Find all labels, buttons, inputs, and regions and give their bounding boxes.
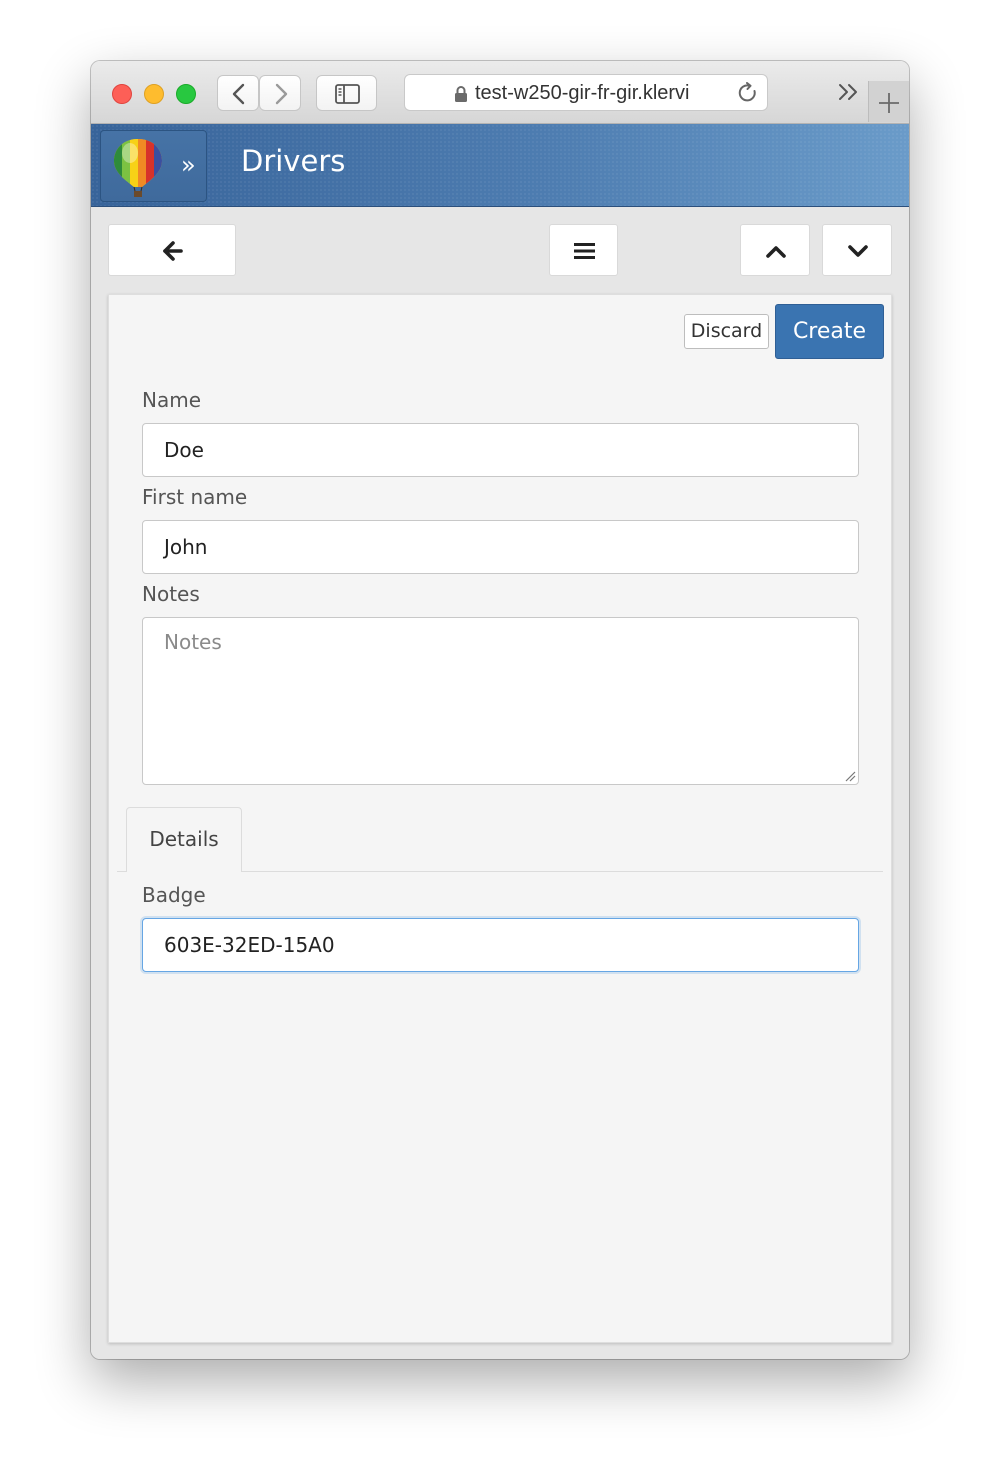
tab-details[interactable]: Details [126, 807, 242, 872]
chevron-right-icon [275, 83, 288, 105]
browser-forward-button[interactable] [259, 75, 301, 111]
browser-window: test-w250-gir-fr-gir.klervi » Drivers Di… [91, 61, 909, 1359]
create-button[interactable]: Create [775, 304, 884, 359]
browser-toolbar: test-w250-gir-fr-gir.klervi [91, 61, 909, 124]
discard-button[interactable]: Discard [684, 314, 769, 349]
page-title: Drivers [241, 144, 346, 178]
minimize-window-button[interactable] [144, 84, 164, 104]
first-name-label: First name [142, 485, 248, 509]
address-bar[interactable]: test-w250-gir-fr-gir.klervi [404, 74, 768, 111]
home-menu-button[interactable]: » [100, 130, 207, 202]
hot-air-balloon-logo [114, 139, 162, 197]
chevron-up-icon [766, 246, 786, 258]
sidebar-icon [335, 84, 360, 104]
arrow-left-icon [163, 241, 183, 261]
resize-handle-icon[interactable] [843, 769, 857, 783]
name-input[interactable]: Doe [142, 423, 859, 477]
chevron-down-icon [848, 245, 868, 257]
hamburger-menu-icon [574, 243, 595, 259]
double-chevron-right-icon[interactable] [836, 81, 860, 103]
previous-record-button[interactable] [740, 224, 810, 276]
chevron-left-icon [232, 83, 245, 105]
new-tab-button[interactable] [868, 81, 909, 122]
next-record-button[interactable] [822, 224, 892, 276]
breadcrumb-separator: » [181, 151, 196, 179]
notes-placeholder: Notes [164, 630, 222, 654]
sidebar-toggle-button[interactable] [316, 75, 377, 111]
form-panel: Discard Create Name Doe First name John … [108, 294, 892, 1343]
plus-icon [879, 93, 899, 113]
notes-label: Notes [142, 582, 200, 606]
close-window-button[interactable] [112, 84, 132, 104]
url-text: test-w250-gir-fr-gir.klervi [475, 82, 690, 104]
browser-back-button[interactable] [217, 75, 259, 111]
app-header: » Drivers [91, 124, 909, 207]
menu-button[interactable] [549, 224, 618, 276]
zoom-window-button[interactable] [176, 84, 196, 104]
main-content: Discard Create Name Doe First name John … [91, 207, 909, 1359]
lock-icon [455, 86, 467, 102]
badge-input[interactable]: 603E-32ED-15A0 [142, 918, 859, 972]
reload-icon[interactable] [737, 82, 759, 104]
badge-label: Badge [142, 883, 206, 907]
back-button[interactable] [108, 224, 236, 276]
notes-textarea[interactable]: Notes [142, 617, 859, 785]
first-name-input[interactable]: John [142, 520, 859, 574]
name-label: Name [142, 388, 202, 412]
url-fade [689, 80, 725, 106]
